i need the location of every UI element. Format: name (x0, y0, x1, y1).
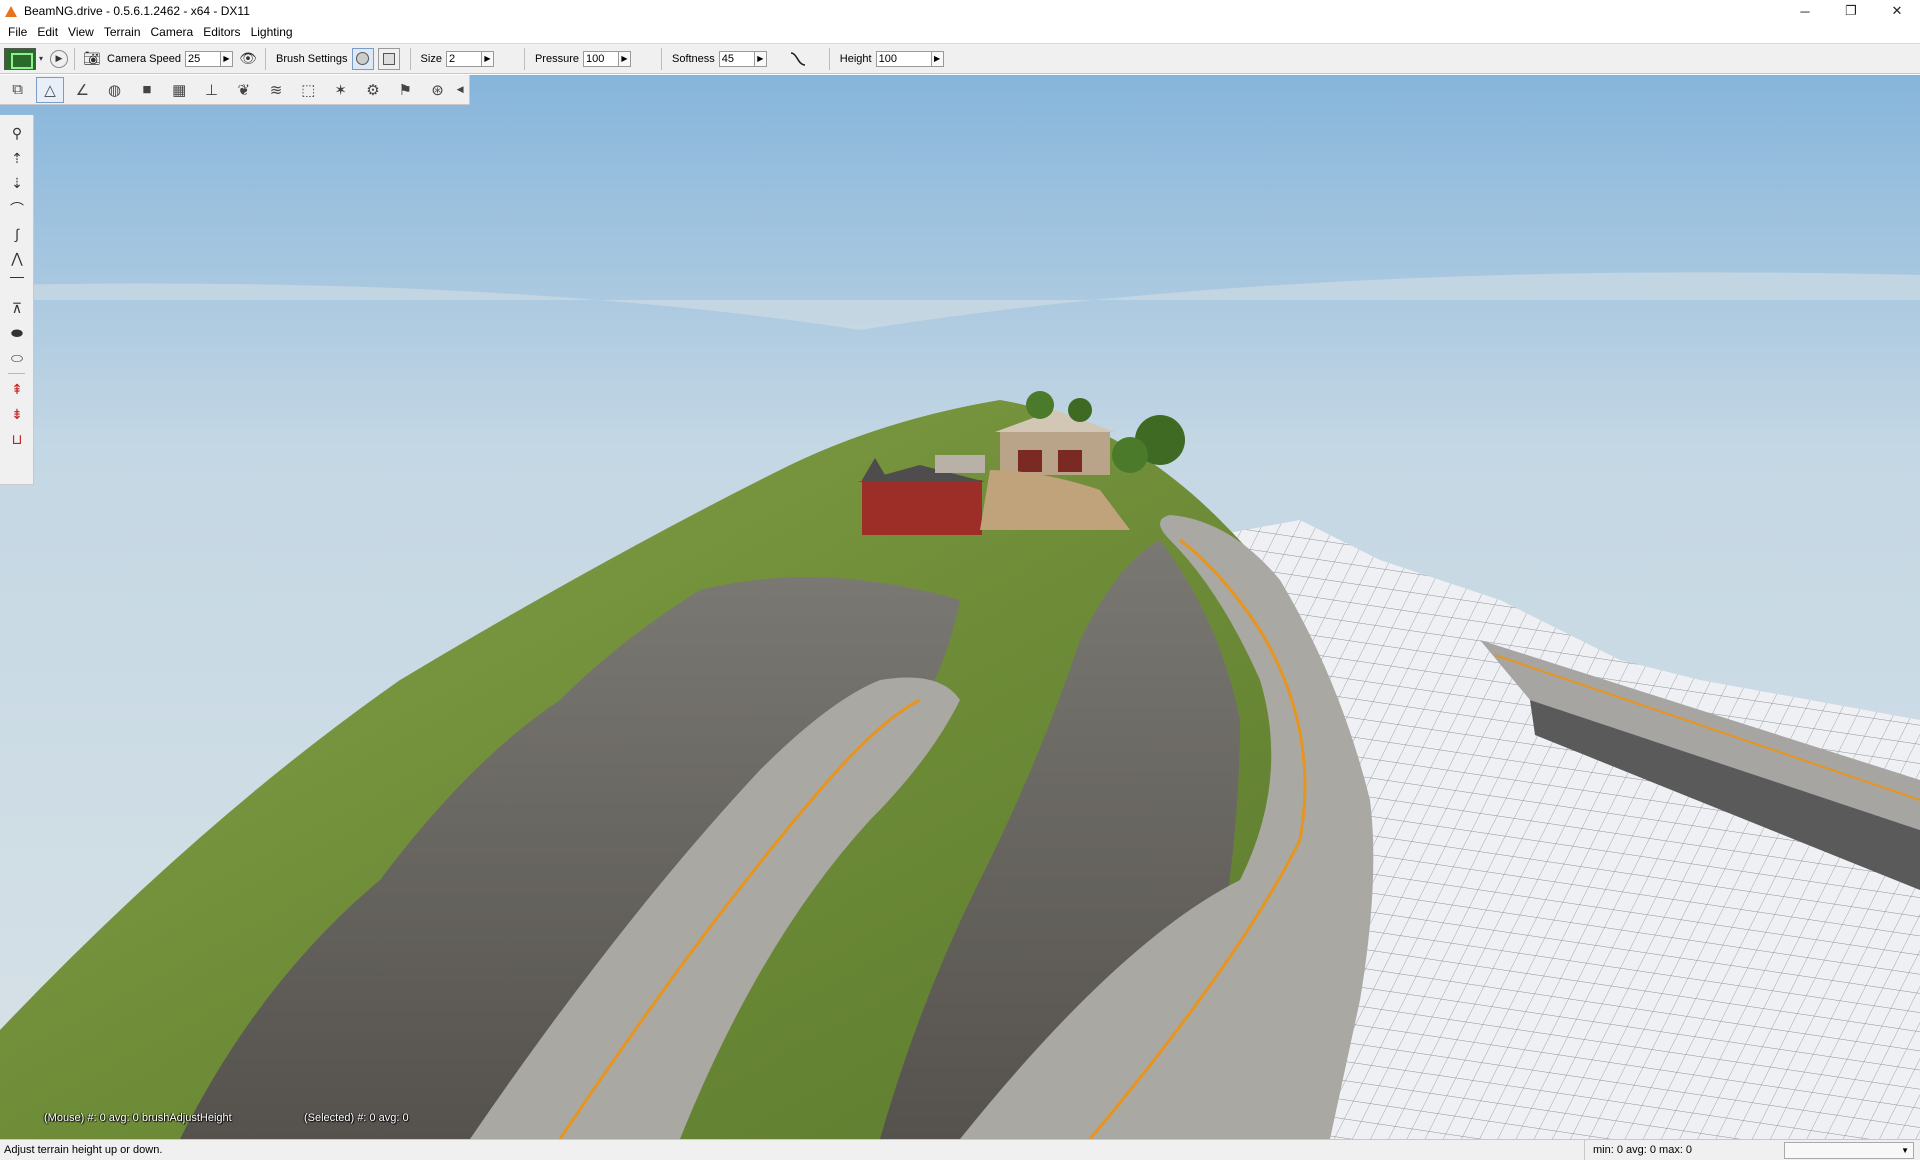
menu-lighting[interactable]: Lighting (246, 22, 298, 43)
collapse-arrow-icon[interactable]: ◀ (456, 77, 464, 103)
raise-height-icon[interactable]: ⇡ (0, 146, 34, 171)
softness-arrow-icon[interactable]: ▶ (754, 50, 767, 67)
set-height-icon[interactable]: ⊼ (0, 296, 34, 321)
toolbar-divider (265, 47, 266, 70)
selected-info-text: (Selected) #: 0 avg: 0 (304, 1112, 409, 1124)
menu-terrain[interactable]: Terrain (99, 22, 146, 43)
height-arrow-icon[interactable]: ▶ (931, 50, 944, 67)
lower-height-icon[interactable]: ⇣ (0, 171, 34, 196)
adjust-height-icon[interactable]: ⇞ (0, 377, 34, 402)
forest-icon[interactable]: ❦ (230, 77, 257, 103)
status-stats: min: 0 avg: 0 max: 0 (1584, 1139, 1784, 1160)
play-icon[interactable]: ▶ (50, 49, 68, 68)
terrain-tool-palette: ⚲ ⇡ ⇣ ⌒ ∫ ⋀ ⎺ ⊼ ⬬ ⬭ ⇞ ⇟ ⊔ (0, 115, 34, 485)
softness-label: Softness (671, 52, 715, 65)
menu-file[interactable]: File (3, 22, 32, 43)
pressure-arrow-icon[interactable]: ▶ (618, 50, 631, 67)
camera-icon[interactable]: 📷︎ (81, 48, 103, 70)
editor-mode-icon[interactable] (4, 47, 36, 70)
circle-brush-button[interactable] (351, 47, 374, 70)
camera-speed-input[interactable] (185, 50, 221, 67)
title-bar: BeamNG.drive - 0.5.6.1.2462 - x64 - DX11… (0, 0, 1920, 22)
height-input[interactable] (875, 50, 932, 67)
menu-editors[interactable]: Editors (198, 22, 245, 43)
brush-settings-label: Brush Settings (276, 52, 348, 65)
status-bar: Adjust terrain height up or down. min: 0… (0, 1139, 1920, 1160)
toolbar-divider (409, 47, 411, 70)
circle-brush-icon (356, 52, 370, 65)
3d-viewport[interactable] (0, 75, 1920, 1139)
dropdown-arrow-icon[interactable]: ▾ (36, 48, 46, 70)
road-editor-icon[interactable]: ≋ (262, 77, 289, 103)
toolbar-divider (828, 47, 830, 70)
grab-terrain-icon[interactable]: ⚲ (0, 121, 34, 146)
minimize-button[interactable]: ─ (1782, 0, 1828, 22)
camera-speed-label: Camera Speed (107, 52, 181, 65)
window-controls: ─ ❐ ✕ (1782, 0, 1920, 22)
cube-icon[interactable]: ■ (133, 77, 160, 103)
globe-icon[interactable]: ◍ (101, 77, 128, 103)
size-input[interactable] (445, 50, 482, 67)
eye-icon[interactable]: 👁︎ (237, 48, 259, 70)
garage-building (1000, 430, 1110, 475)
size-label: Size (420, 52, 442, 65)
paint-noise-icon[interactable]: ⋀ (0, 246, 34, 271)
editor-tool-row: ⧉ △ ∠ ◍ ■ ▦ ⊥ ❦ ≋ ⬚ ✶ ⚙ ⚑ ⊛ ◀ (0, 75, 470, 105)
adjust-height-down-icon[interactable]: ⇟ (0, 402, 34, 427)
menu-camera[interactable]: Camera (146, 22, 199, 43)
palette-divider (8, 373, 25, 375)
toolbar-divider (523, 47, 525, 70)
terrain-painter-icon[interactable]: ∠ (69, 77, 96, 103)
restore-terrain-icon[interactable]: ⬭ (0, 346, 34, 371)
toolbar-divider (660, 47, 662, 70)
size-arrow-icon[interactable]: ▶ (481, 50, 494, 67)
pressure-label: Pressure (534, 52, 579, 65)
window-title: BeamNG.drive - 0.5.6.1.2462 - x64 - DX11 (24, 4, 250, 18)
clear-terrain-icon[interactable]: ⬬ (0, 321, 34, 346)
decal-road-icon[interactable]: ⚑ (392, 77, 419, 103)
restore-button[interactable]: ❐ (1828, 0, 1874, 22)
pressure-input[interactable] (582, 50, 619, 67)
river-editor-icon[interactable]: ✶ (327, 77, 354, 103)
flatten-icon[interactable]: ⎺ (0, 271, 34, 296)
softness-input[interactable] (718, 50, 755, 67)
decal-icon[interactable]: ⊥ (198, 77, 225, 103)
square-brush-icon (382, 52, 395, 65)
object-select-icon[interactable]: ⧉ (4, 77, 31, 103)
mouse-info-text: (Mouse) #: 0 avg: 0 brushAdjustHeight (44, 1112, 232, 1124)
smooth-height-icon[interactable]: ⌒ (0, 196, 34, 221)
softness-curve-icon[interactable] (787, 48, 809, 70)
beamng-app-icon (4, 4, 18, 18)
mesh-road-icon[interactable]: ⬚ (295, 77, 322, 103)
square-brush-button[interactable] (377, 47, 400, 70)
status-dropdown[interactable]: ▼ (1784, 1141, 1914, 1159)
status-hint: Adjust terrain height up or down. (4, 1144, 163, 1156)
vehicle-icon[interactable]: ⊛ (424, 77, 451, 103)
datablock-icon[interactable]: ▦ (166, 77, 193, 103)
height-label: Height (839, 52, 872, 65)
menu-bar: File Edit View Terrain Camera Editors Li… (0, 22, 1920, 43)
camera-speed-arrow-icon[interactable]: ▶ (221, 50, 233, 67)
main-toolbar: ▾ ▶ 📷︎ Camera Speed ▶ 👁︎ Brush Settings … (0, 43, 1920, 74)
terrain-editor-icon[interactable]: △ (36, 76, 64, 103)
menu-view[interactable]: View (63, 22, 99, 43)
navmesh-icon[interactable]: ⚙ (359, 77, 386, 103)
toolbar-divider (74, 47, 75, 70)
set-empty-icon[interactable]: ⊔ (0, 427, 34, 452)
menu-edit[interactable]: Edit (32, 22, 63, 43)
red-house (862, 480, 982, 535)
smooth-slope-icon[interactable]: ∫ (0, 221, 34, 246)
chevron-down-icon: ▼ (1901, 1145, 1909, 1155)
close-button[interactable]: ✕ (1874, 0, 1920, 22)
